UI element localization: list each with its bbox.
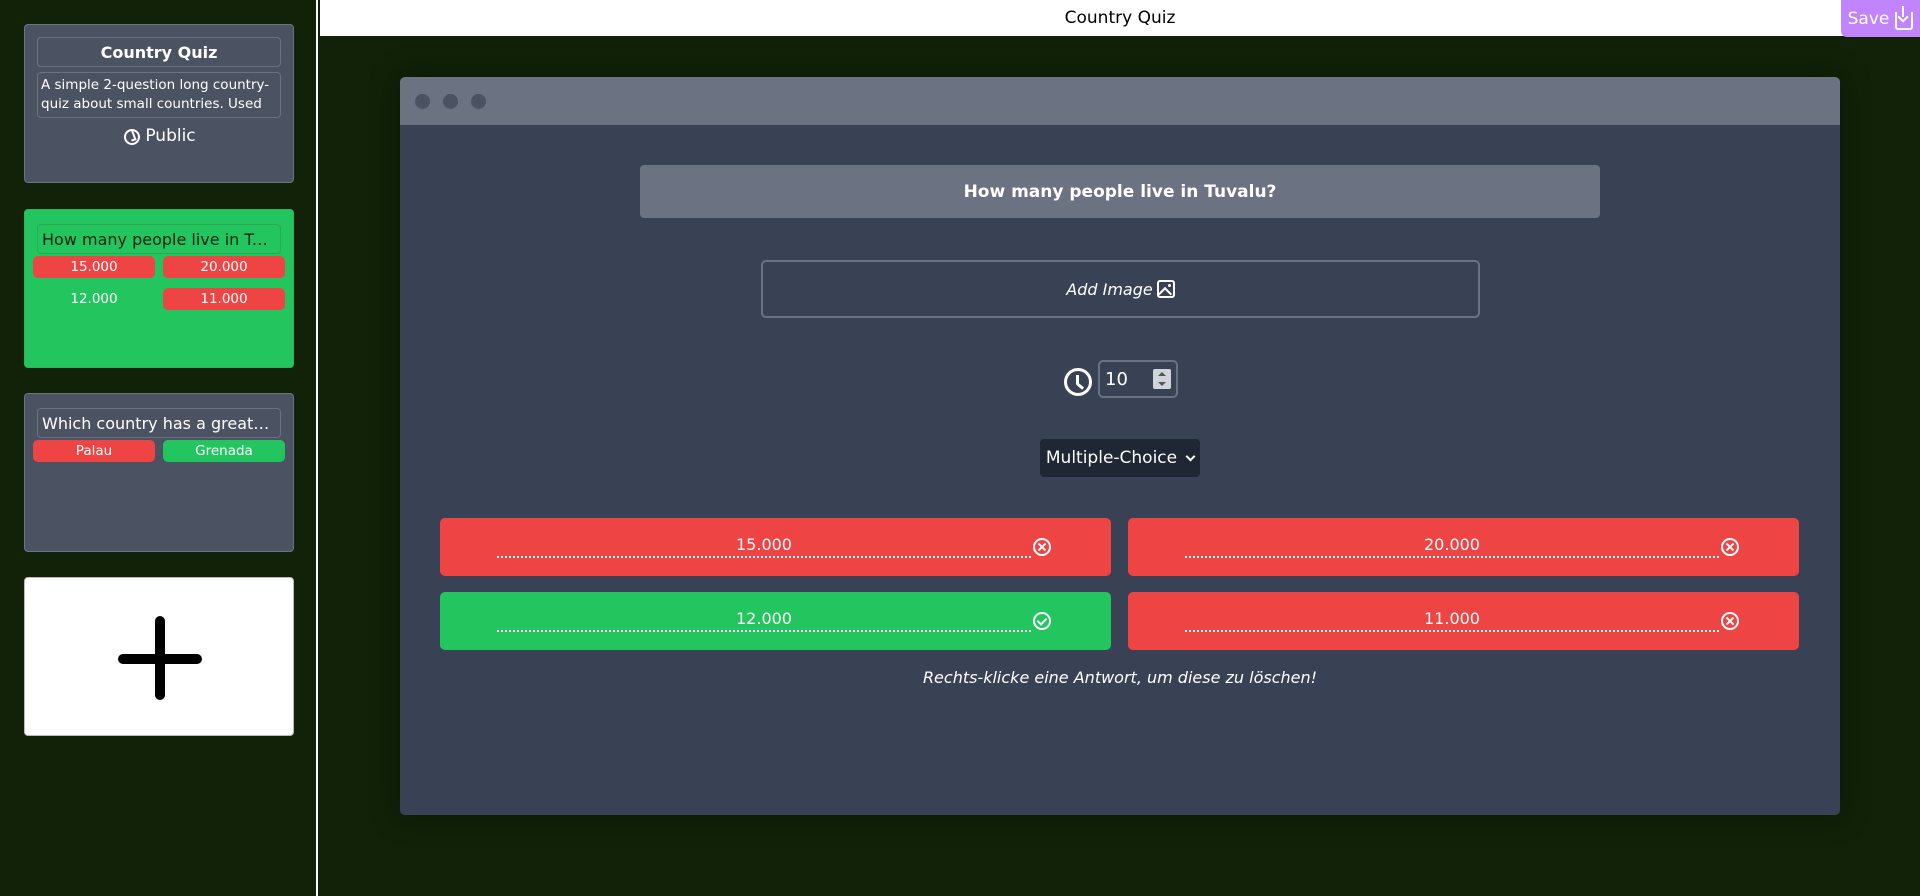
answer-option-1[interactable]: 15.000	[440, 518, 1111, 576]
question-card-text: Which country has a greater population?	[37, 408, 281, 438]
check-circle-icon[interactable]	[1033, 612, 1051, 630]
question-card-2[interactable]: Which country has a greater population? …	[24, 393, 294, 552]
question-type-select[interactable]: Multiple-Choice	[1040, 439, 1200, 477]
page-title: Country Quiz	[1064, 8, 1176, 28]
answer-option-4[interactable]: 11.000	[1128, 592, 1799, 650]
answer-input[interactable]: 15.000	[497, 532, 1031, 558]
quiz-description[interactable]: A simple 2-question long country-quiz ab…	[37, 72, 281, 118]
save-icon	[1895, 5, 1914, 30]
mini-answer: 12.000	[33, 288, 155, 310]
window-title-bar	[400, 77, 1840, 125]
quiz-title[interactable]: Country Quiz	[37, 37, 281, 67]
question-type-value: Multiple-Choice	[1045, 448, 1178, 468]
timer-stepper[interactable]	[1153, 369, 1171, 389]
x-circle-icon[interactable]	[1721, 612, 1739, 630]
mini-answer: Grenada	[163, 440, 285, 462]
mini-answer: 20.000	[163, 256, 285, 278]
window-dot	[443, 94, 458, 109]
add-image-label: Add Image	[1066, 279, 1153, 299]
mini-answer: Palau	[33, 440, 155, 462]
answer-option-2[interactable]: 20.000	[1128, 518, 1799, 576]
save-label: Save	[1847, 8, 1890, 29]
mini-answer: 11.000	[163, 288, 285, 310]
window-dot	[471, 94, 486, 109]
timer-input[interactable]: 10	[1098, 360, 1178, 398]
answer-input[interactable]: 20.000	[1185, 532, 1719, 558]
timer-value: 10	[1105, 368, 1128, 390]
x-circle-icon[interactable]	[1033, 538, 1051, 556]
visibility-toggle[interactable]: Public	[25, 125, 295, 147]
question-card-text: How many people live in Tuvalu?	[37, 224, 281, 254]
add-question-button[interactable]	[24, 577, 294, 736]
mini-answer: 15.000	[33, 256, 155, 278]
answer-input[interactable]: 12.000	[497, 606, 1031, 632]
quiz-info-card[interactable]: Country Quiz A simple 2-question long co…	[24, 24, 294, 183]
sidebar: Country Quiz A simple 2-question long co…	[0, 0, 318, 896]
clock-icon	[1064, 368, 1092, 396]
visibility-label: Public	[145, 126, 196, 146]
question-card-1[interactable]: How many people live in Tuvalu? 15.000 2…	[24, 209, 294, 368]
save-button[interactable]: Save	[1841, 0, 1920, 37]
window-dot	[415, 94, 430, 109]
x-circle-icon[interactable]	[1721, 538, 1739, 556]
top-bar: Country Quiz	[320, 0, 1920, 36]
add-image-button[interactable]: Add Image	[761, 260, 1480, 318]
globe-icon	[124, 129, 141, 145]
answer-input[interactable]: 11.000	[1185, 606, 1719, 632]
answer-option-3[interactable]: 12.000	[440, 592, 1111, 650]
question-editor-window: How many people live in Tuvalu? Add Imag…	[400, 77, 1840, 815]
chevron-down-icon	[1185, 451, 1196, 461]
image-icon	[1156, 280, 1175, 298]
delete-hint: Rechts-klicke eine Antwort, um diese zu …	[922, 668, 1318, 687]
question-input[interactable]: How many people live in Tuvalu?	[640, 165, 1600, 218]
